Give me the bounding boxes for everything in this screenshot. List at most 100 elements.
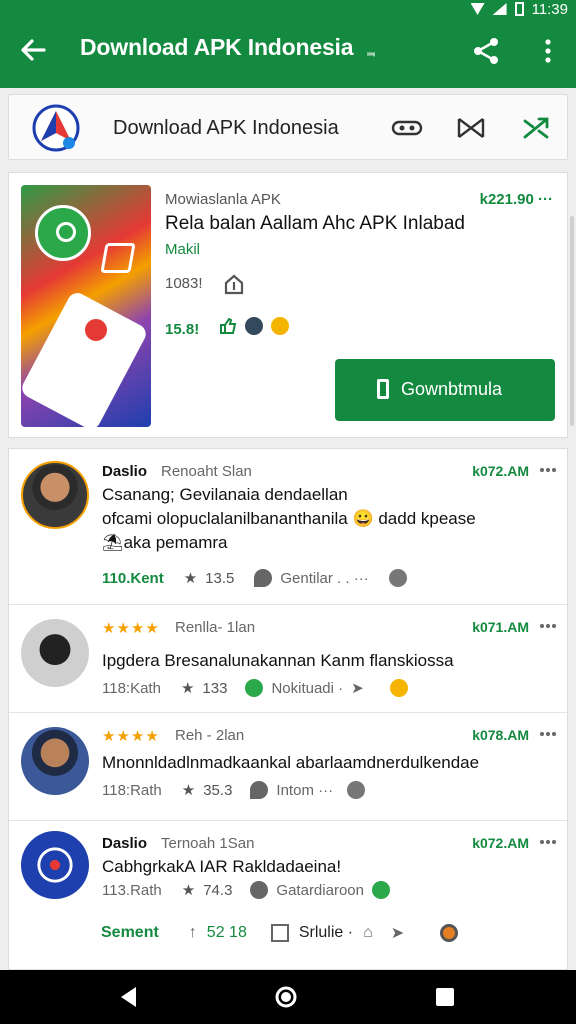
page-title-suffix: ᆿ xyxy=(365,44,377,58)
location-icon[interactable] xyxy=(250,781,269,799)
nav-recents-icon[interactable] xyxy=(432,984,458,1010)
comment-date: k071.AM xyxy=(472,619,529,635)
comment-count: 110.Kent xyxy=(102,569,164,587)
avatar[interactable] xyxy=(21,831,89,899)
app-icons-row xyxy=(219,317,289,335)
music-icon xyxy=(100,243,136,273)
comment-text-line: Csanang; Gevilanaia dendaellan xyxy=(102,485,348,504)
settings-bubble-icon xyxy=(35,205,91,261)
comment-text-line: ofcami olopuclalanilbananthanila 😀 dadd … xyxy=(102,509,476,528)
app-price-value: k221.90 xyxy=(479,191,534,208)
comment-more-icon[interactable] xyxy=(539,623,557,629)
vote-icon: ↑ xyxy=(188,924,197,941)
app-thumbnail[interactable] xyxy=(21,185,151,427)
vpn-icon[interactable] xyxy=(391,115,423,141)
comments-list: Daslio Renoaht Slan k072.AM Csanang; Gev… xyxy=(8,448,568,970)
status-time: 11:39 xyxy=(531,0,568,18)
app-bar: 11:39 Download APK Indonesia ᆿ xyxy=(0,0,576,88)
circle-badge-icon[interactable] xyxy=(440,924,459,942)
star-icon: ★ xyxy=(181,782,196,799)
comment-date: k072.AM xyxy=(472,835,529,851)
app-rating: 15.8! xyxy=(165,321,200,338)
vote-count: 52 18 xyxy=(206,924,247,941)
bow-icon[interactable] xyxy=(455,115,487,141)
wifi-icon xyxy=(470,3,485,15)
more-vert-icon[interactable] xyxy=(540,38,556,64)
emoji-icon xyxy=(271,317,289,335)
star-icon: ★ xyxy=(181,882,196,899)
app-price: k221.90 ··· xyxy=(479,191,553,208)
pin-icon[interactable] xyxy=(388,569,407,587)
pin-icon[interactable] xyxy=(347,781,366,799)
page-title: Download APK Indonesia ᆿ xyxy=(80,34,377,61)
comment-item[interactable]: ★★★★ Reh - 2lan k078.AM Mnonnldadlnmadka… xyxy=(9,713,567,821)
green-smile-icon xyxy=(371,881,390,899)
download-button[interactable]: Gownbtmula xyxy=(335,359,555,421)
comment-stars-value: 13.5 xyxy=(205,569,235,587)
comment-stats: 110.Kent ★ 13.5 Gentilar . . ··· xyxy=(102,569,407,587)
comment-tag: Nokituadi · xyxy=(271,679,344,697)
comment-user[interactable]: Daslio xyxy=(102,835,147,852)
app-name: Rela balan Aallam Ahc APK Inlabad xyxy=(165,213,465,234)
avatar-small-icon xyxy=(245,317,263,335)
comment-stats: 113.Rath ★ 74.3 Gatardiaroon xyxy=(102,881,390,899)
bottom-label[interactable]: Srlulie · xyxy=(299,924,353,942)
comment-text: Csanang; Gevilanaia dendaellan ofcami ol… xyxy=(102,483,476,555)
chat-icon[interactable] xyxy=(250,881,269,899)
segment-link[interactable]: Sement xyxy=(101,924,159,942)
app-subtitle: Mowiaslanla APK xyxy=(165,191,281,208)
status-bar: 11:39 xyxy=(470,0,568,18)
comment-stats: 118:Kath ★ 133 Nokituadi · ➤ xyxy=(102,679,408,697)
comment-stats: 118:Rath ★ 35.3 Intom ··· xyxy=(102,781,366,799)
signal-icon xyxy=(492,3,507,15)
box-icon[interactable] xyxy=(270,924,289,942)
shuffle-icon[interactable] xyxy=(521,115,553,141)
comment-text: CabhgrkakA IAR Rakldadaeina! xyxy=(102,857,342,876)
send-icon[interactable]: ➤ xyxy=(391,923,404,943)
send-icon[interactable]: ➤ xyxy=(351,679,364,697)
bottom-actions: Sement ↑ 52 18 Srlulie · ⌂ ➤ xyxy=(101,923,459,943)
comment-item[interactable]: Daslio Renoaht Slan k072.AM Csanang; Gev… xyxy=(9,449,567,605)
comment-stars: ★★★★ xyxy=(102,728,160,745)
page-title-text: Download APK Indonesia xyxy=(80,34,354,60)
comment-tag: Gatardiaroon xyxy=(276,881,364,899)
comment-more-icon[interactable] xyxy=(539,839,557,845)
app-logo-icon xyxy=(32,104,80,152)
share-icon[interactable] xyxy=(470,36,502,66)
avatar[interactable] xyxy=(21,461,89,529)
install-icon[interactable] xyxy=(223,273,245,295)
nav-home-icon[interactable] xyxy=(273,984,299,1010)
comment-item[interactable]: Daslio Ternoah 1San k072.AM CabhgrkakA I… xyxy=(9,821,567,969)
nav-back-icon[interactable] xyxy=(116,984,142,1010)
comment-date: k072.AM xyxy=(472,463,529,479)
comment-text-line: ⛱aka pemamra xyxy=(102,533,228,552)
comment-text: Mnonnldadlnmadkaankal abarlaamdnerdulken… xyxy=(102,753,480,772)
scrollbar[interactable] xyxy=(570,216,574,426)
comment-user[interactable]: Daslio xyxy=(102,463,147,480)
comment-item[interactable]: ★★★★ Renlla- 1lan k071.AM Ipgdera Bresan… xyxy=(9,605,567,713)
comment-meta: Renoaht Slan xyxy=(161,463,252,480)
green-badge-icon[interactable] xyxy=(245,679,264,697)
map-pin-icon xyxy=(81,315,111,345)
system-nav-bar xyxy=(0,970,576,1024)
comment-meta: Reh - 2lan xyxy=(175,727,245,744)
comment-date: k078.AM xyxy=(472,727,529,743)
comment-more-icon[interactable] xyxy=(539,467,557,473)
app-size: 1083! xyxy=(165,275,203,292)
download-label: Gownbtmula xyxy=(401,379,503,399)
home-icon[interactable]: ⌂ xyxy=(363,924,373,942)
comment-stars-value: 133 xyxy=(202,679,228,697)
star-icon: ★ xyxy=(183,570,198,587)
avatar[interactable] xyxy=(21,619,89,687)
thumb-up-icon[interactable] xyxy=(219,317,237,335)
comment-more-icon[interactable] xyxy=(539,731,557,737)
comment-stars-value: 35.3 xyxy=(203,781,233,799)
back-arrow-icon[interactable] xyxy=(18,36,48,64)
comment-count: 113.Rath xyxy=(102,881,162,899)
download-icon xyxy=(377,379,389,399)
location-icon[interactable] xyxy=(254,569,273,587)
avatar[interactable] xyxy=(21,727,89,795)
comment-meta: Renlla- 1lan xyxy=(175,619,256,636)
app-card[interactable]: Mowiaslanla APK k221.90 ··· Rela balan A… xyxy=(8,172,568,438)
app-vendor[interactable]: Makil xyxy=(165,241,200,258)
